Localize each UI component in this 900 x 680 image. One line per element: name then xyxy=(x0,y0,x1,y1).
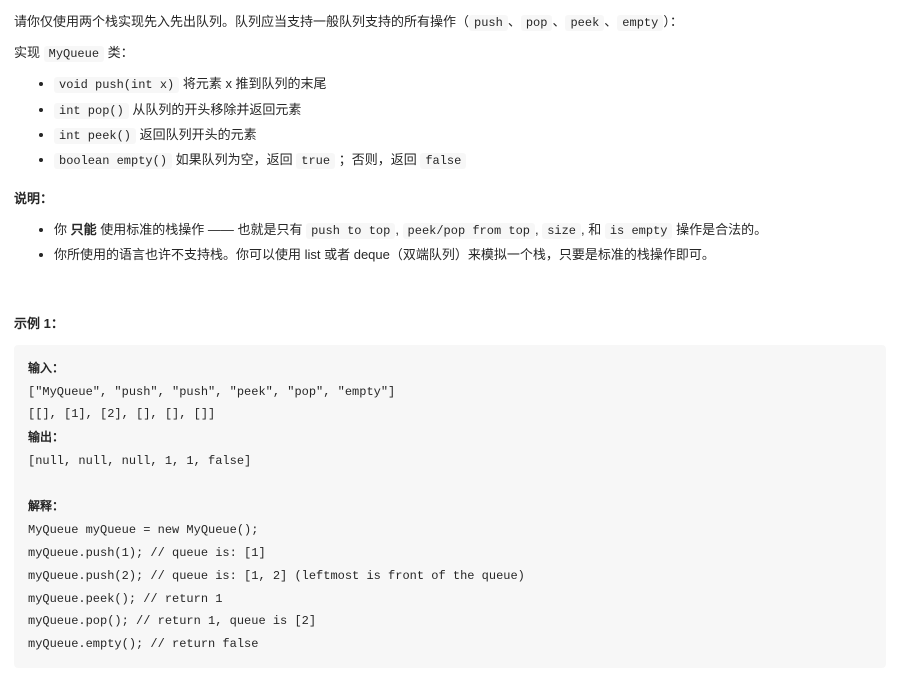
code-op: peek/pop from top xyxy=(403,223,535,239)
method-list: void push(int x) 将元素 x 推到队列的末尾 int pop()… xyxy=(14,74,886,171)
text: 操作是合法的。 xyxy=(672,222,767,237)
method-desc: 返回队列开头的元素 xyxy=(136,127,257,142)
method-signature: void push(int x) xyxy=(54,77,179,93)
list-item: int pop() 从队列的开头移除并返回元素 xyxy=(54,100,886,121)
list-item: boolean empty() 如果队列为空，返回 true ；否则，返回 fa… xyxy=(54,150,886,171)
example-input-line: [[], [1], [2], [], [], []] xyxy=(28,407,215,421)
separator: 、 xyxy=(508,14,521,29)
explain-label: 解释： xyxy=(28,499,64,513)
code-empty: empty xyxy=(617,15,663,31)
code-op: size xyxy=(542,223,581,239)
example-explain-line: MyQueue myQueue = new MyQueue(); xyxy=(28,523,258,537)
text: , 和 xyxy=(581,222,605,237)
list-item: int peek() 返回队列开头的元素 xyxy=(54,125,886,146)
example-explain-line: myQueue.push(1); // queue is: [1] xyxy=(28,546,266,560)
output-label: 输出： xyxy=(28,430,64,444)
text: 类： xyxy=(104,45,134,60)
code-peek: peek xyxy=(565,15,604,31)
separator: 、 xyxy=(552,14,565,29)
example-explain-line: myQueue.push(2); // queue is: [1, 2] (le… xyxy=(28,569,525,583)
code-pop: pop xyxy=(521,15,553,31)
text: ）： xyxy=(663,14,683,29)
code-op: push to top xyxy=(306,223,395,239)
example-heading: 示例 1： xyxy=(14,314,886,335)
example-explain-line: myQueue.peek(); // return 1 xyxy=(28,592,222,606)
code-op: is empty xyxy=(605,223,673,239)
method-signature: int pop() xyxy=(54,103,129,119)
example-input-line: ["MyQueue", "push", "push", "peek", "pop… xyxy=(28,385,395,399)
method-desc: 从队列的开头移除并返回元素 xyxy=(129,102,302,117)
text: 实现 xyxy=(14,45,44,60)
list-item: void push(int x) 将元素 x 推到队列的末尾 xyxy=(54,74,886,95)
text: 如果队列为空，返回 xyxy=(172,152,296,167)
notes-list: 你 只能 使用标准的栈操作 —— 也就是只有 push to top, peek… xyxy=(14,220,886,266)
problem-intro-line-1: 请你仅使用两个栈实现先入先出队列。队列应当支持一般队列支持的所有操作（push、… xyxy=(14,12,886,33)
example-explain-line: myQueue.pop(); // return 1, queue is [2] xyxy=(28,614,316,628)
input-label: 输入： xyxy=(28,361,64,375)
example-block: 输入： ["MyQueue", "push", "push", "peek", … xyxy=(14,345,886,668)
text: ；否则，返回 xyxy=(335,152,420,167)
spacer xyxy=(14,278,886,296)
text: 使用标准的栈操作 —— 也就是只有 xyxy=(97,222,306,237)
problem-intro-line-2: 实现 MyQueue 类： xyxy=(14,43,886,64)
notes-heading: 说明： xyxy=(14,189,886,210)
code-push: push xyxy=(469,15,508,31)
example-output-line: [null, null, null, 1, 1, false] xyxy=(28,454,251,468)
example-explain-line: myQueue.empty(); // return false xyxy=(28,637,258,651)
code-class-name: MyQueue xyxy=(44,46,104,62)
list-item: 你所使用的语言也许不支持栈。你可以使用 list 或者 deque（双端队列）来… xyxy=(54,245,886,266)
text: 请你仅使用两个栈实现先入先出队列。队列应当支持一般队列支持的所有操作（ xyxy=(14,14,469,29)
method-signature: int peek() xyxy=(54,128,136,144)
code-true: true xyxy=(296,153,335,169)
method-signature: boolean empty() xyxy=(54,153,172,169)
separator: 、 xyxy=(604,14,617,29)
code-false: false xyxy=(420,153,466,169)
emphasis: 只能 xyxy=(71,222,97,237)
text: , xyxy=(395,222,402,237)
method-desc: 将元素 x 推到队列的末尾 xyxy=(179,76,326,91)
list-item: 你 只能 使用标准的栈操作 —— 也就是只有 push to top, peek… xyxy=(54,220,886,241)
text: 你 xyxy=(54,222,71,237)
